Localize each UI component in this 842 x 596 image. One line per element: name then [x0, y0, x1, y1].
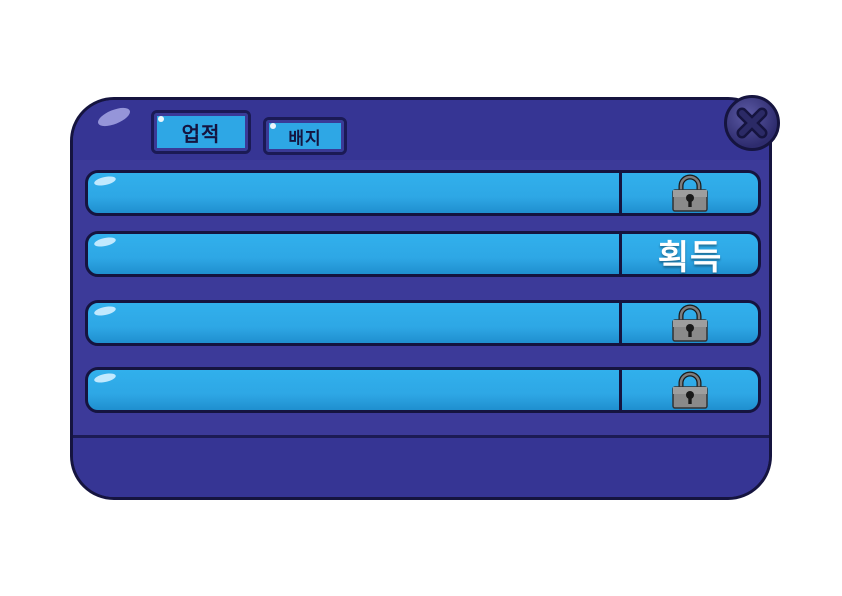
padlock-icon	[672, 304, 708, 342]
row-shine	[93, 304, 117, 318]
claim-reward-button[interactable]: 획득	[622, 234, 758, 277]
achievement-list: 획득	[73, 160, 769, 440]
header-shine	[95, 104, 133, 130]
achievement-row-1[interactable]	[85, 170, 761, 216]
tab-badges[interactable]: 배지	[263, 117, 347, 155]
close-icon	[736, 107, 768, 139]
claim-reward-label: 획득	[657, 237, 723, 277]
tab-badges-label: 배지	[288, 128, 322, 149]
row-status-locked	[622, 303, 758, 343]
tab-spark	[158, 116, 164, 122]
achievement-row-2[interactable]: 획득	[85, 231, 761, 277]
panel-header: 업적 배지	[73, 100, 769, 163]
tab-achievements-label: 업적	[181, 121, 221, 146]
row-shine	[93, 371, 117, 385]
achievements-panel: 업적 배지 획득	[70, 97, 772, 500]
padlock-icon	[672, 371, 708, 409]
panel-footer	[73, 435, 769, 497]
achievement-row-3[interactable]	[85, 300, 761, 346]
row-status-locked	[622, 173, 758, 213]
tab-achievements[interactable]: 업적	[151, 110, 251, 154]
row-status-locked	[622, 370, 758, 410]
row-shine	[93, 235, 117, 249]
padlock-icon	[672, 174, 708, 212]
tab-spark	[270, 123, 276, 129]
achievement-row-4[interactable]	[85, 367, 761, 413]
close-button[interactable]	[724, 95, 780, 151]
row-shine	[93, 174, 117, 188]
